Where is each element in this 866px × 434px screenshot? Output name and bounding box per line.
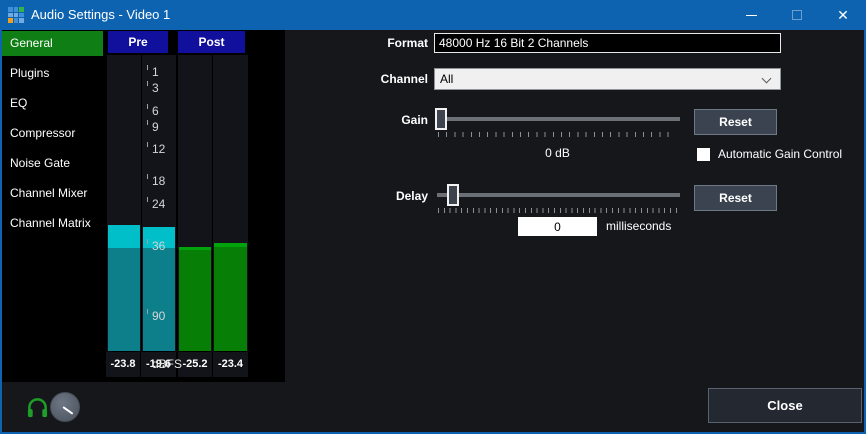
channel-label: Channel — [340, 72, 428, 86]
scale-tick-24: 24 — [152, 197, 165, 211]
maximize-icon — [792, 10, 802, 20]
sidebar-item-noise-gate[interactable]: Noise Gate — [2, 151, 103, 176]
pre-meter-bar-left — [108, 225, 140, 351]
sidebar-item-plugins[interactable]: Plugins — [2, 61, 103, 86]
delay-milliseconds-field[interactable] — [518, 217, 597, 236]
minimize-button[interactable] — [728, 0, 774, 30]
minimize-icon — [746, 15, 757, 16]
delay-slider-track[interactable] — [437, 193, 680, 197]
audio-settings-window: Audio Settings - Video 1 ✕ General Plugi… — [0, 0, 866, 434]
headphones-icon[interactable] — [26, 396, 49, 421]
gain-slider-track[interactable] — [437, 117, 680, 121]
sidebar-item-channel-mixer[interactable]: Channel Mixer — [2, 181, 103, 206]
post-meter-bar-left — [179, 247, 211, 351]
pre-left-reading: -23.8 — [106, 352, 140, 377]
format-field[interactable] — [434, 33, 781, 53]
gain-label: Gain — [340, 113, 428, 127]
left-panel: General Plugins EQ Compressor Noise Gate… — [2, 30, 285, 382]
scale-tick-6: 6 — [152, 104, 159, 118]
app-logo-icon — [8, 7, 24, 23]
scale-tick-12: 12 — [152, 142, 165, 156]
gain-reset-button[interactable]: Reset — [694, 109, 777, 135]
milliseconds-label: milliseconds — [606, 219, 671, 233]
scale-tick-9: 9 — [152, 120, 159, 134]
sidebar-item-eq[interactable]: EQ — [2, 91, 103, 116]
gain-value-label: 0 dB — [435, 146, 680, 160]
close-window-button[interactable]: ✕ — [820, 0, 866, 30]
knob-pointer — [62, 406, 73, 415]
window-title: Audio Settings - Video 1 — [31, 0, 170, 30]
window-border-left — [0, 30, 2, 434]
pre-meter-header: Pre — [108, 31, 168, 53]
scale-tick-1: 1 — [152, 65, 159, 79]
sidebar-item-compressor[interactable]: Compressor — [2, 121, 103, 146]
headphone-volume-knob[interactable] — [50, 392, 80, 422]
close-button[interactable]: Close — [708, 388, 862, 423]
gain-slider-ticks — [438, 132, 676, 137]
titlebar: Audio Settings - Video 1 ✕ — [0, 0, 866, 30]
gain-slider-thumb[interactable] — [435, 108, 447, 130]
sidebar-item-channel-matrix[interactable]: Channel Matrix — [2, 211, 103, 236]
delay-reset-button[interactable]: Reset — [694, 185, 777, 211]
channel-selected-value: All — [440, 72, 453, 86]
delay-slider-ticks — [438, 208, 678, 213]
chevron-down-icon — [762, 74, 772, 84]
automatic-gain-control-checkbox[interactable] — [697, 148, 710, 161]
automatic-gain-control-label: Automatic Gain Control — [718, 147, 842, 161]
delay-slider[interactable] — [435, 184, 682, 212]
format-label: Format — [340, 36, 428, 50]
post-meter-bar-right — [214, 243, 247, 351]
scale-tick-90: 90 — [152, 309, 165, 323]
close-icon: ✕ — [837, 0, 849, 30]
channel-select[interactable]: All — [434, 68, 781, 90]
dbfs-unit-label: dBFS — [152, 352, 182, 377]
scale-tick-3: 3 — [152, 81, 159, 95]
delay-label: Delay — [340, 189, 428, 203]
gain-slider[interactable] — [435, 108, 682, 136]
scale-tick-36: 36 — [152, 239, 165, 253]
delay-slider-thumb[interactable] — [447, 184, 459, 206]
scale-tick-18: 18 — [152, 174, 165, 188]
post-right-reading: -23.4 — [213, 352, 248, 377]
maximize-button[interactable] — [774, 0, 820, 30]
post-left-reading: -25.2 — [178, 352, 212, 377]
post-meter-header: Post — [178, 31, 245, 53]
sidebar-item-general[interactable]: General — [2, 31, 103, 56]
